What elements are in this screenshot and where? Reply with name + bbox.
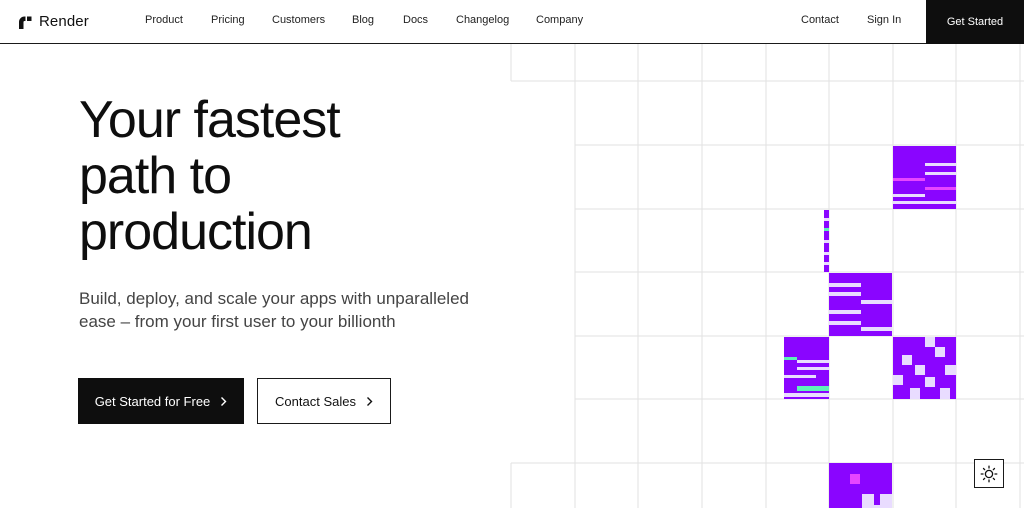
- pixel-stripe: [829, 292, 861, 296]
- pixel-stripe: [829, 283, 861, 287]
- hero-title-line: path to: [79, 147, 232, 205]
- pixel-stripe: [893, 194, 925, 197]
- pixel-stripe: [829, 310, 861, 314]
- hero-subtitle: Build, deploy, and scale your apps with …: [79, 287, 489, 333]
- pixel-square: [910, 388, 920, 399]
- pixel-square: [902, 355, 912, 365]
- pixel-square: [935, 347, 945, 357]
- hero-subtitle-line: ease – from your first user to your bill…: [79, 312, 396, 331]
- hero-subtitle-line: Build, deploy, and scale your apps with …: [79, 289, 469, 308]
- pixel-stripe: [797, 367, 829, 370]
- chevron-right-icon: [221, 396, 227, 406]
- pixel-square: [925, 377, 935, 387]
- pixel-square: [850, 474, 860, 484]
- pixel-stripe: [893, 178, 925, 181]
- get-started-free-label: Get Started for Free: [94, 393, 211, 409]
- pixel-stripe: [797, 386, 829, 391]
- pixel-block-bottom: [829, 463, 892, 508]
- nav-blog[interactable]: Blog: [352, 14, 374, 26]
- nav-sign-in[interactable]: Sign In: [867, 14, 901, 26]
- pixel-stripe: [824, 252, 829, 255]
- pixel-square: [893, 375, 903, 385]
- nav-pricing[interactable]: Pricing: [211, 14, 245, 26]
- pixel-stripe: [925, 187, 956, 190]
- pixel-square: [915, 365, 925, 375]
- pixel-stripe: [784, 393, 829, 397]
- pixel-stripe: [797, 360, 829, 363]
- pixel-stripe: [925, 163, 956, 166]
- render-logo-icon: [19, 16, 32, 29]
- pixel-square: [880, 494, 892, 508]
- nav-product[interactable]: Product: [145, 14, 183, 26]
- pixel-strip: [824, 210, 829, 272]
- pixel-stripe: [824, 228, 829, 231]
- pixel-stripe: [824, 262, 829, 265]
- nav-contact[interactable]: Contact: [801, 14, 839, 26]
- contact-sales-label: Contact Sales: [275, 393, 356, 409]
- pixel-block-checker: [893, 337, 956, 399]
- nav-company[interactable]: Company: [536, 14, 583, 26]
- sun-icon: [980, 465, 998, 482]
- get-started-label: Get Started: [946, 16, 1004, 28]
- theme-toggle-button[interactable]: [974, 459, 1004, 488]
- pixel-square: [940, 388, 950, 399]
- contact-sales-button[interactable]: Contact Sales: [257, 378, 391, 424]
- hero-title-line: production: [79, 203, 313, 261]
- brand-name: Render: [39, 13, 89, 30]
- pixel-stripe: [824, 240, 829, 243]
- get-started-button[interactable]: Get Started: [926, 0, 1024, 44]
- pixel-square: [862, 494, 874, 508]
- pixel-square: [945, 365, 956, 375]
- pixel-square: [925, 337, 935, 347]
- pixel-stripe: [784, 357, 797, 360]
- pixel-stripe: [893, 201, 925, 204]
- pixel-block-stripes-a: [893, 146, 956, 209]
- brand-logo[interactable]: Render: [17, 13, 89, 30]
- hero-title-line: Your fastest: [79, 91, 341, 149]
- nav-customers[interactable]: Customers: [272, 14, 325, 26]
- pixel-stripe: [925, 172, 956, 175]
- nav-changelog[interactable]: Changelog: [456, 14, 509, 26]
- pixel-stripe: [861, 300, 892, 304]
- pixel-stripe: [784, 375, 816, 378]
- pixel-stripe: [824, 218, 829, 221]
- pixel-stripe: [829, 321, 861, 325]
- site-header: Render Product Pricing Customers Blog Do…: [0, 0, 1024, 44]
- pixel-stripe: [925, 201, 956, 204]
- pixel-block-stripes-b: [829, 273, 892, 336]
- hero-title: Your fastest path to production: [79, 92, 499, 260]
- chevron-right-icon: [366, 396, 373, 406]
- pixel-stripe: [861, 327, 892, 331]
- get-started-free-button[interactable]: Get Started for Free: [78, 378, 244, 424]
- pixel-block-stripes-c: [784, 337, 829, 399]
- nav-docs[interactable]: Docs: [403, 14, 428, 26]
